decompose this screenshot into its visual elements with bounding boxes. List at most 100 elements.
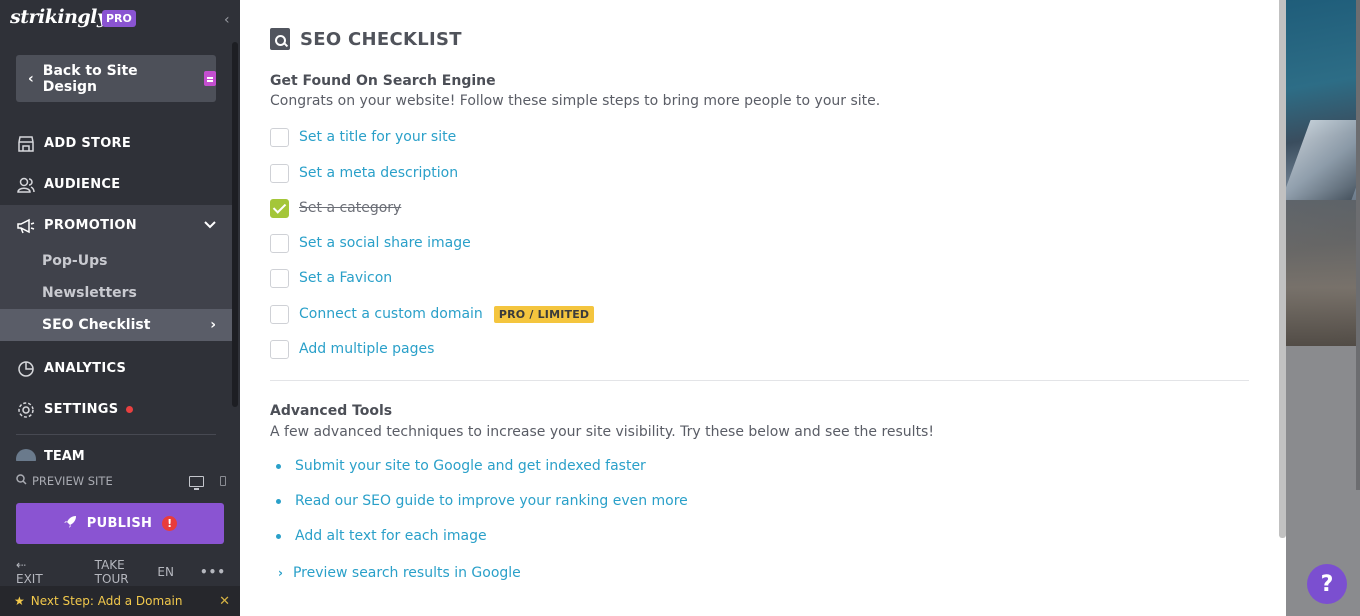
section-heading-advanced: Advanced Tools xyxy=(270,403,393,419)
checkbox[interactable] xyxy=(270,304,289,324)
close-icon[interactable]: ✕ xyxy=(219,594,230,609)
mobile-icon[interactable] xyxy=(220,476,226,486)
more-options-icon[interactable]: ••• xyxy=(200,565,226,579)
checklist-item[interactable]: Set a meta description xyxy=(270,163,458,183)
nav-settings-label: SETTINGS xyxy=(44,402,119,417)
publish-alert-icon: ! xyxy=(162,516,178,531)
nav-add-store-label: ADD STORE xyxy=(44,136,132,151)
sub-item-seo-checklist-label: SEO Checklist xyxy=(42,317,151,333)
list-item[interactable]: Add alt text for each image xyxy=(276,528,487,544)
nav-add-store[interactable]: ADD STORE xyxy=(0,123,232,164)
team-avatar xyxy=(16,449,36,461)
back-button-label: Back to Site Design xyxy=(42,62,138,95)
store-icon xyxy=(16,135,36,153)
pie-chart-icon xyxy=(16,360,36,378)
main-scrollbar[interactable] xyxy=(1279,0,1286,538)
publish-label: PUBLISH xyxy=(86,516,153,531)
page-icon xyxy=(204,71,216,86)
checklist-item[interactable]: Connect a custom domain PRO / LIMITED xyxy=(270,304,595,324)
checkbox[interactable] xyxy=(270,233,289,253)
collapse-sidebar-icon[interactable]: ‹ xyxy=(224,12,230,28)
checkbox-checked[interactable] xyxy=(270,198,289,218)
checklist-item[interactable]: Set a title for your site xyxy=(270,127,456,147)
checklist-item[interactable]: Set a category xyxy=(270,198,401,218)
preview-search-results-toggle[interactable]: › Preview search results in Google xyxy=(276,565,521,581)
next-step-bar[interactable]: ★ Next Step: Add a Domain ✕ xyxy=(0,586,240,616)
checklist-item[interactable]: Set a Favicon xyxy=(270,268,392,288)
nav-promotion-label: PROMOTION xyxy=(44,218,137,233)
advanced-link[interactable]: Add alt text for each image xyxy=(295,528,487,544)
sidebar-content: strikingly PRO ‹ ‹ Back to Site Design A… xyxy=(0,0,232,616)
advanced-link[interactable]: Read our SEO guide to improve your ranki… xyxy=(295,493,688,509)
preview-site-link[interactable]: PREVIEW SITE xyxy=(32,474,113,488)
list-item[interactable]: Read our SEO guide to improve your ranki… xyxy=(276,493,688,509)
checklist-item[interactable]: Add multiple pages xyxy=(270,339,434,359)
section-description-advanced: A few advanced techniques to increase yo… xyxy=(270,424,934,440)
sidebar: strikingly PRO ‹ ‹ Back to Site Design A… xyxy=(0,0,240,616)
checklist-link[interactable]: Add multiple pages xyxy=(299,341,434,357)
checklist-link[interactable]: Set a title for your site xyxy=(299,129,456,145)
search-icon xyxy=(16,474,27,488)
preview-site-row: PREVIEW SITE xyxy=(16,472,226,490)
checklist-link[interactable]: Set a social share image xyxy=(299,235,471,251)
chevron-right-icon: › xyxy=(278,566,283,580)
advanced-link[interactable]: Submit your site to Google and get index… xyxy=(295,458,646,474)
help-button[interactable]: ? xyxy=(1307,564,1347,604)
section-divider xyxy=(270,380,1249,381)
page-header: SEO CHECKLIST xyxy=(270,28,462,50)
strikingly-logo[interactable]: strikingly xyxy=(10,6,108,28)
chevron-left-icon: ‹ xyxy=(28,70,34,87)
checkbox[interactable] xyxy=(270,268,289,288)
nav-analytics-label: ANALYTICS xyxy=(44,361,127,376)
desktop-icon[interactable] xyxy=(189,475,204,490)
nav-promotion[interactable]: PROMOTION xyxy=(0,205,232,246)
preview-search-results-link[interactable]: Preview search results in Google xyxy=(293,565,521,581)
sub-item-seo-checklist[interactable]: SEO Checklist › xyxy=(0,309,232,341)
language-selector[interactable]: EN xyxy=(157,565,174,579)
pro-limited-badge: PRO / LIMITED xyxy=(493,305,595,323)
nav-team-label: TEAM xyxy=(44,449,85,461)
checklist-link[interactable]: Set a Favicon xyxy=(299,270,392,286)
checkbox[interactable] xyxy=(270,127,289,147)
exit-link[interactable]: ⇠ EXIT xyxy=(16,558,69,586)
megaphone-icon xyxy=(16,217,36,235)
site-preview-image xyxy=(1286,0,1360,346)
audience-icon xyxy=(16,176,36,194)
section-description-search: Congrats on your website! Follow these s… xyxy=(270,93,881,109)
checkbox[interactable] xyxy=(270,163,289,183)
nav-team[interactable]: TEAM xyxy=(16,449,85,461)
nav-audience[interactable]: AUDIENCE xyxy=(0,164,232,205)
seo-search-icon xyxy=(270,28,290,50)
nav-analytics[interactable]: ANALYTICS xyxy=(0,348,232,389)
chevron-right-icon: › xyxy=(210,317,216,333)
preview-scrollbar[interactable] xyxy=(1356,0,1360,490)
rocket-icon xyxy=(63,515,77,533)
checklist-item[interactable]: Set a social share image xyxy=(270,233,471,253)
page-title: SEO CHECKLIST xyxy=(300,28,462,50)
checklist-link[interactable]: Connect a custom domain xyxy=(299,306,483,322)
checklist-link[interactable]: Set a meta description xyxy=(299,165,458,181)
sidebar-footer: ⇠ EXIT TAKE TOUR EN ••• xyxy=(16,558,226,586)
exit-label: EXIT xyxy=(16,572,43,586)
device-toggle xyxy=(189,475,226,490)
take-tour-link[interactable]: TAKE TOUR xyxy=(95,558,132,586)
back-to-site-design-button[interactable]: ‹ Back to Site Design xyxy=(16,55,216,102)
sidebar-scrollbar[interactable] xyxy=(232,42,238,407)
settings-notification-dot xyxy=(126,406,134,413)
sub-item-popups[interactable]: Pop-Ups xyxy=(0,245,232,277)
checklist-completed-label: Set a category xyxy=(299,200,402,216)
sidebar-divider xyxy=(16,434,216,435)
publish-button[interactable]: PUBLISH ! xyxy=(16,503,224,544)
pro-badge: PRO xyxy=(102,10,136,27)
star-icon: ★ xyxy=(14,594,25,608)
bullet-icon xyxy=(276,498,281,504)
gear-icon xyxy=(16,401,36,419)
list-item[interactable]: Submit your site to Google and get index… xyxy=(276,458,646,474)
bullet-icon xyxy=(276,463,281,469)
nav-settings[interactable]: SETTINGS xyxy=(0,389,232,430)
sub-item-newsletters[interactable]: Newsletters xyxy=(0,277,232,309)
nav-audience-label: AUDIENCE xyxy=(44,177,121,192)
section-heading-search: Get Found On Search Engine xyxy=(270,73,496,89)
checkbox[interactable] xyxy=(270,339,289,359)
next-step-label: Next Step: Add a Domain xyxy=(30,594,183,608)
